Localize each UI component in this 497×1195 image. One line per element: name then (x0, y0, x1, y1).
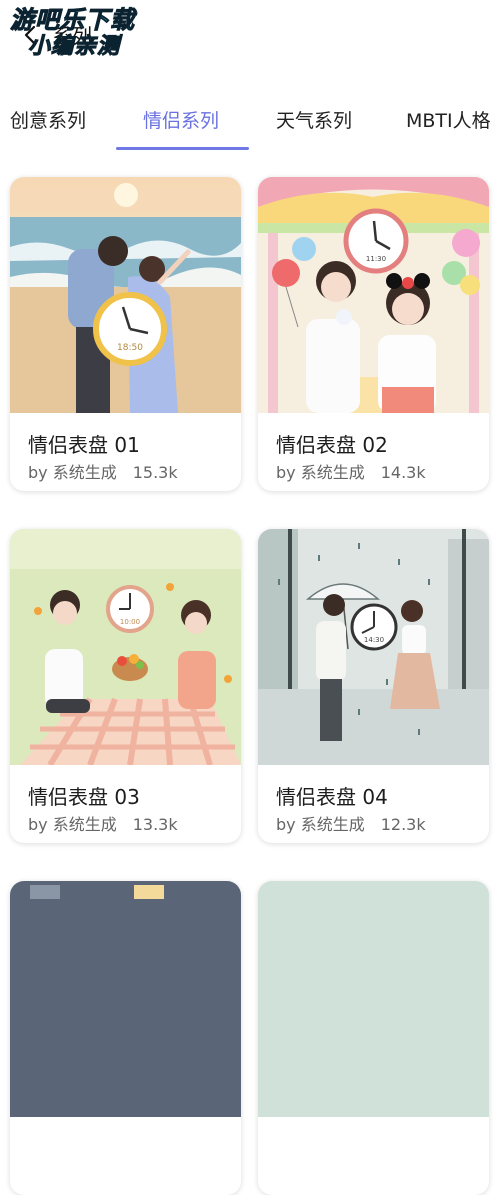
watermark: 游吧乐下载 小编亲测 (10, 6, 135, 60)
clock-time-label: 18:50 (117, 343, 143, 353)
category-tabs: 创意系列 情侣系列 天气系列 MBTI人格 (0, 96, 497, 152)
clock-time-label: 11:30 (366, 255, 386, 263)
card-likes: 12.3k (380, 815, 426, 834)
watchface-preview-image: 11:30 (258, 177, 489, 413)
card-likes: 13.3k (132, 815, 178, 834)
app-header: 系列 游吧乐下载 小编亲测 (0, 0, 497, 80)
card-meta: by 系统生成 13.3k (28, 811, 178, 835)
watermark-line2: 小编亲测 (28, 34, 121, 60)
card-author: by 系统生成 (276, 463, 365, 482)
card-meta: by 系统生成 15.3k (28, 459, 178, 483)
watchface-card[interactable]: 18:50 情侣表盘 01 by 系统生成 15.3k (10, 177, 241, 491)
card-meta: by 系统生成 12.3k (276, 811, 426, 835)
watchface-preview-image (10, 881, 241, 1117)
tab-couple[interactable]: 情侣系列 (143, 106, 219, 133)
watchface-preview-image: 10:00 (10, 529, 241, 765)
card-author: by 系统生成 (28, 815, 117, 834)
clock-time-label: 10:00 (120, 618, 140, 626)
watchface-card[interactable]: 14:30 情侣表盘 04 by 系统生成 12.3k (258, 529, 489, 843)
card-likes: 14.3k (380, 463, 426, 482)
card-meta: by 系统生成 14.3k (276, 459, 426, 483)
card-likes: 15.3k (132, 463, 178, 482)
card-title: 情侣表盘 04 (276, 785, 388, 809)
card-title: 情侣表盘 02 (276, 433, 388, 457)
tab-mbti[interactable]: MBTI人格 (406, 106, 491, 133)
card-author: by 系统生成 (28, 463, 117, 482)
card-author: by 系统生成 (276, 815, 365, 834)
watchface-card[interactable] (10, 881, 241, 1195)
card-title: 情侣表盘 03 (28, 785, 140, 809)
active-tab-indicator (116, 147, 249, 150)
tab-creative[interactable]: 创意系列 (10, 106, 86, 133)
card-title: 情侣表盘 01 (28, 433, 140, 457)
watchface-card[interactable]: 11:30 情侣表盘 02 by 系统生成 14.3k (258, 177, 489, 491)
watermark-line1: 游吧乐下载 (10, 6, 135, 35)
watchface-preview-image: 14:30 (258, 529, 489, 765)
watchface-preview-image (258, 881, 489, 1117)
watchface-preview-image: 18:50 (10, 177, 241, 413)
tab-weather[interactable]: 天气系列 (276, 106, 352, 133)
watchface-card[interactable] (258, 881, 489, 1195)
clock-time-label: 14:30 (364, 636, 384, 644)
watchface-card[interactable]: 10:00 情侣表盘 03 by 系统生成 13.3k (10, 529, 241, 843)
